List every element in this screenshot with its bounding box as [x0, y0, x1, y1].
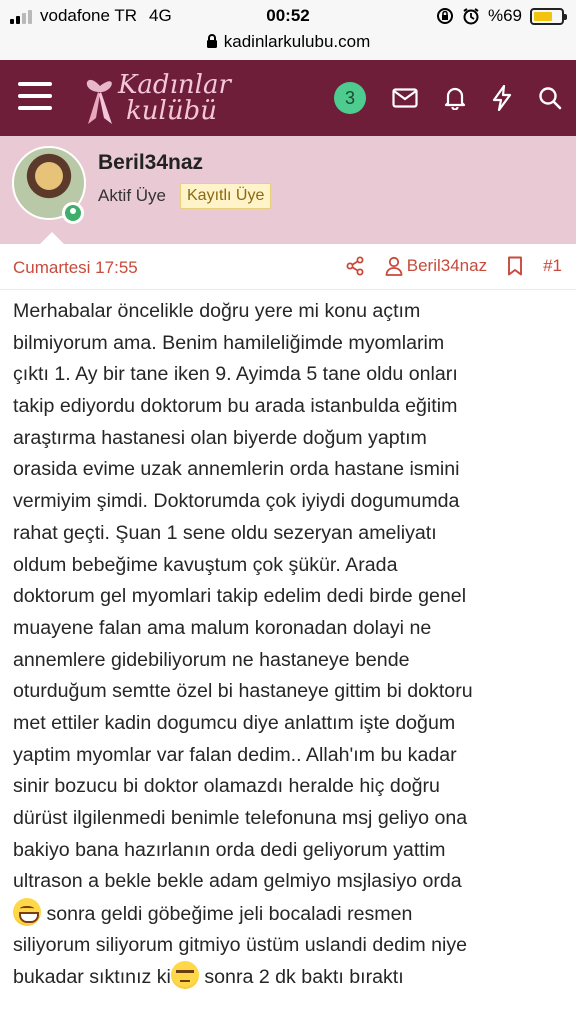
share-icon[interactable]	[345, 256, 365, 276]
post-line-text: bukadar sıktınız ki	[13, 966, 171, 989]
member-banner: Kayıtlı Üye	[180, 183, 272, 209]
post-line: yaptim myomlar var falan dedim.. Allah'ı…	[13, 743, 457, 766]
rotation-lock-icon	[436, 8, 453, 24]
post-number[interactable]: #1	[543, 256, 562, 276]
post-line: ultrason a bekle bekle adam gelmiyo msjl…	[13, 870, 462, 893]
user-icon	[385, 256, 403, 276]
author-username[interactable]: Beril34naz	[98, 151, 203, 175]
post-line: orasida evime uzak annemlerin orda hasta…	[13, 458, 460, 481]
post-line: sinir bozucu bi doktor olamazdı heralde …	[13, 775, 440, 798]
post-line: araştırma hastanesi olan biyerde doğum y…	[13, 426, 427, 449]
post-line-with-emoji: sonra geldi göbeğime jeli bocaladi resme…	[13, 898, 569, 930]
post-line: bakiyo bana hazırlanın orda dedi geliyor…	[13, 838, 446, 861]
site-logo[interactable]: Kadınlar kulübü	[78, 68, 238, 128]
notification-count-badge[interactable]: 3	[334, 82, 366, 114]
battery-icon	[530, 7, 567, 25]
post-line: muayene falan ama malum koronadan dolayi…	[13, 616, 432, 639]
post-line: Merhabalar öncelikle doğru yere mi konu …	[13, 300, 421, 322]
post-author-block: Beril34naz Aktif Üye Kayıtlı Üye	[0, 136, 576, 244]
post-body: Merhabalar öncelikle doğru yere mi konu …	[13, 296, 569, 993]
online-status-icon	[62, 202, 84, 224]
battery-percent: %69	[487, 6, 522, 25]
post-line: oturduğum semtte özel bi hastaneye gitti…	[13, 680, 473, 703]
post-line: dürüst ilgilenmedi benimle telefonuna ms…	[13, 807, 468, 829]
post-meta-actions: Beril34naz #1	[345, 256, 562, 276]
grinning-face-icon	[13, 898, 41, 927]
status-bar: vodafone TR 4G 00:52 %69	[0, 0, 576, 32]
address-bar[interactable]: kadinlarkulubu.com	[0, 32, 576, 60]
site-header: Kadınlar kulübü 3	[0, 60, 576, 136]
post-meta-bar: Cumartesi 17:55 Beril34naz #1	[0, 244, 576, 290]
post-line-text: sonra 2 dk baktı bıraktı	[198, 966, 404, 989]
search-icon[interactable]	[538, 86, 562, 110]
speech-notch	[40, 232, 64, 244]
mail-icon[interactable]	[392, 88, 418, 108]
post-line-with-emoji: bukadar sıktınız ki sonra 2 dk baktı bır…	[13, 961, 569, 993]
post-line: takip ediyordu doktorum bu arada istanbu…	[13, 395, 458, 418]
url-text: kadinlarkulubu.com	[223, 32, 371, 51]
post-line: vermiyim şimdi. Doktorumda çok iyiydi do…	[13, 490, 460, 513]
post-line: oldum bebeğime kavuştum çok şükür. Arada	[13, 553, 398, 576]
bookmark-icon[interactable]	[507, 256, 523, 276]
post-line-text: sonra geldi göbeğime jeli bocaladi resme…	[41, 903, 413, 926]
post-line: met ettiler kadin dogumcu diye anlattım …	[13, 711, 456, 734]
bell-icon[interactable]	[444, 86, 466, 110]
post-line: annemlere gidebiliyorum ne hastaneye ben…	[13, 648, 410, 671]
post-line: doktorum gel myomlari takip edelim dedi …	[13, 585, 467, 608]
lock-icon	[206, 34, 217, 48]
post-line: çıktı 1. Ay bir tane iken 9. Ayimda 5 ta…	[13, 363, 458, 386]
post-date[interactable]: Cumartesi 17:55	[13, 258, 138, 278]
alarm-icon	[463, 8, 479, 25]
ribbon-logo-icon	[86, 79, 112, 124]
unamused-face-icon	[170, 961, 199, 990]
header-actions: 3	[334, 82, 562, 114]
menu-icon[interactable]	[18, 82, 52, 110]
author-title: Aktif Üye	[98, 186, 167, 205]
logo-text-line1: Kadınlar	[118, 70, 231, 100]
battery-fill	[534, 11, 552, 21]
bolt-icon[interactable]	[492, 85, 512, 111]
post-line: bilmiyorum ama. Benim hamileliğimde myom…	[13, 331, 445, 354]
post-author-link[interactable]: Beril34naz	[385, 256, 487, 276]
post-line: rahat geçti. Şuan 1 sene oldu sezeryan a…	[13, 521, 437, 544]
logo-text-line2: kulübü	[126, 96, 217, 126]
status-right: %69	[436, 6, 567, 26]
post-author-name: Beril34naz	[406, 256, 488, 275]
post-line: siliyorum siliyorum gitmiyo üstüm usland…	[13, 933, 468, 956]
